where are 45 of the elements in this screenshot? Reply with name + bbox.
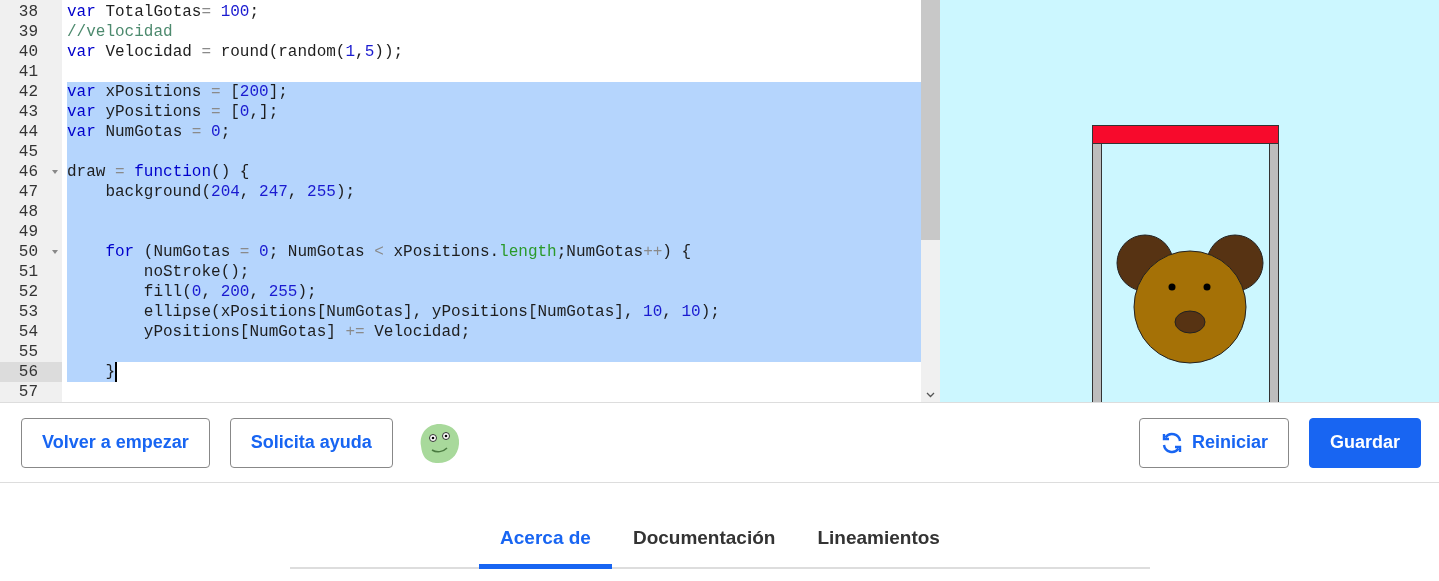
code-line: var xPositions = [200];	[67, 82, 288, 102]
line-number: 52	[17, 282, 39, 302]
line-number: 42	[17, 82, 39, 102]
line-number: 55	[17, 342, 39, 362]
line-number: 43	[17, 102, 39, 122]
scrollbar-thumb[interactable]	[921, 0, 940, 240]
code-line: noStroke();	[142, 262, 250, 282]
tab[interactable]: Documentación	[611, 509, 797, 569]
line-number: 47	[17, 182, 39, 202]
line-number: 49	[17, 222, 39, 242]
scroll-down-icon[interactable]	[926, 392, 935, 398]
code-line: var NumGotas = 0;	[67, 122, 231, 142]
code-line: var yPositions = [0,];	[67, 102, 279, 122]
toolbar-button[interactable]: Volver a empezar	[21, 417, 210, 468]
save-button[interactable]: Guardar	[1308, 417, 1421, 468]
line-number: 38	[17, 2, 39, 22]
toolbar-button[interactable]: Solicita ayuda	[229, 417, 393, 468]
line-number: 41	[17, 62, 39, 82]
line-number: 51	[17, 262, 39, 282]
line-number: 44	[17, 122, 39, 142]
line-number: 40	[17, 42, 39, 62]
code-line: draw = function() {	[67, 162, 250, 182]
line-number: 48	[17, 202, 39, 222]
code-line: yPositions[NumGotas] += Velocidad;	[142, 322, 471, 342]
code-line: var TotalGotas= 100;	[67, 2, 260, 22]
code-line: //velocidad	[67, 22, 173, 42]
fold-icon[interactable]	[52, 250, 58, 254]
code-line: fill(0, 200, 255);	[142, 282, 317, 302]
restart-button[interactable]: Reiniciar	[1138, 417, 1289, 468]
code-line: for (NumGotas = 0; NumGotas < xPositions.length;NumGotas++) {	[104, 242, 692, 262]
line-number: 39	[17, 22, 39, 42]
code-line: ellipse(xPositions[NumGotas], yPositions[NumGotas], 10, 10);	[142, 302, 720, 322]
code-line: background(204, 247, 255);	[104, 182, 356, 202]
fold-icon[interactable]	[52, 170, 58, 174]
tab[interactable]: Lineamientos	[796, 509, 961, 569]
line-number: 45	[17, 142, 39, 162]
line-number: 53	[17, 302, 39, 322]
tab[interactable]: Acerca de	[479, 509, 612, 569]
line-number: 54	[17, 322, 39, 342]
line-number: 46	[0, 162, 62, 182]
code-line: var Velocidad = round(random(1,5));	[67, 42, 404, 62]
text-cursor	[115, 362, 117, 382]
line-number: 50	[0, 242, 62, 262]
line-number: 56	[0, 362, 62, 382]
line-number: 57	[17, 382, 39, 402]
